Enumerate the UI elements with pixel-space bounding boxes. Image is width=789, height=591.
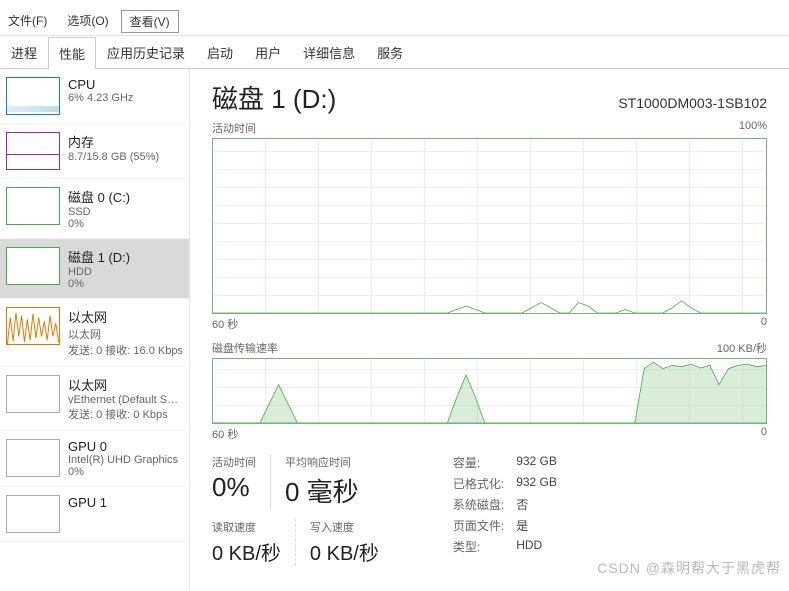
chart2-xright: 0	[761, 426, 767, 442]
sidebar-item-2[interactable]: 磁盘 0 (C:)SSD0%	[0, 179, 189, 239]
sidebar-item-sub: 8.7/15.8 GB (55%)	[68, 151, 183, 163]
write-value: 0 KB/秒	[310, 537, 379, 566]
sidebar[interactable]: CPU6% 4.23 GHz内存8.7/15.8 GB (55%)磁盘 0 (C…	[0, 69, 190, 591]
read-value: 0 KB/秒	[212, 537, 281, 566]
disk-model: ST1000DM003-1SB102	[618, 95, 767, 111]
sidebar-item-title: CPU	[68, 77, 183, 92]
active-time-label: 活动时间	[212, 454, 256, 470]
menu-view[interactable]: 查看(V)	[121, 10, 179, 33]
mem-thumb-icon	[6, 132, 60, 170]
sidebar-item-sub2: 发送: 0 接收: 0 Kbps	[68, 406, 183, 422]
menu-options[interactable]: 选项(O)	[59, 10, 116, 33]
sidebar-item-title: 以太网	[68, 375, 183, 394]
sidebar-item-sub: HDD	[68, 266, 183, 278]
chart1-xleft: 60 秒	[212, 316, 238, 332]
chart2-xleft: 60 秒	[212, 426, 238, 442]
sidebar-item-title: 内存	[68, 132, 183, 151]
chart1-max: 100%	[739, 120, 767, 136]
menu-file[interactable]: 文件(F)	[0, 10, 55, 33]
gpu-thumb-icon	[6, 495, 60, 533]
sidebar-item-4[interactable]: 以太网以太网发送: 0 接收: 16.0 Kbps	[0, 299, 189, 367]
transfer-chart[interactable]	[212, 358, 767, 424]
main-panel: 磁盘 1 (D:) ST1000DM003-1SB102 活动时间 100% 6…	[190, 69, 789, 591]
sidebar-item-title: 以太网	[68, 307, 183, 326]
eth-orange-thumb-icon	[6, 307, 60, 345]
sidebar-item-sub2: 0%	[68, 466, 183, 478]
disk-thumb-icon	[6, 187, 60, 225]
chart1-xright: 0	[761, 316, 767, 332]
cpu-thumb-icon	[6, 77, 60, 115]
sidebar-item-title: GPU 1	[68, 495, 183, 510]
sidebar-item-sub: 以太网	[68, 326, 183, 342]
disk-info-table: 容量:932 GB 已格式化:932 GB 系统磁盘:否 页面文件:是 类型:H…	[453, 454, 557, 566]
sidebar-item-sub: 6% 4.23 GHz	[68, 92, 183, 104]
sidebar-item-sub: Intel(R) UHD Graphics	[68, 454, 183, 466]
tab-应用历史记录[interactable]: 应用历史记录	[96, 36, 196, 68]
disk-thumb-icon	[6, 247, 60, 285]
eth-thumb-icon	[6, 375, 60, 413]
sidebar-item-title: 磁盘 0 (C:)	[68, 187, 183, 206]
tab-进程[interactable]: 进程	[0, 36, 48, 68]
window-title	[0, 0, 789, 8]
chart2-max: 100 KB/秒	[717, 340, 767, 356]
sidebar-item-sub2: 0%	[68, 218, 183, 230]
sidebar-item-sub: SSD	[68, 206, 183, 218]
sidebar-item-0[interactable]: CPU6% 4.23 GHz	[0, 69, 189, 124]
resp-time-label: 平均响应时间	[285, 454, 359, 470]
sidebar-item-3[interactable]: 磁盘 1 (D:)HDD0%	[0, 239, 189, 299]
sidebar-item-sub2: 发送: 0 接收: 16.0 Kbps	[68, 342, 183, 358]
tabbar: 进程性能应用历史记录启动用户详细信息服务	[0, 36, 789, 69]
disk-title: 磁盘 1 (D:)	[212, 79, 336, 116]
tab-性能[interactable]: 性能	[48, 37, 96, 69]
chart1-label: 活动时间	[212, 120, 256, 136]
sidebar-item-title: 磁盘 1 (D:)	[68, 247, 183, 266]
write-label: 写入速度	[310, 519, 379, 535]
sidebar-item-7[interactable]: GPU 1	[0, 487, 189, 542]
sidebar-item-1[interactable]: 内存8.7/15.8 GB (55%)	[0, 124, 189, 179]
menubar: 文件(F) 选项(O) 查看(V)	[0, 8, 789, 36]
read-label: 读取速度	[212, 519, 281, 535]
sidebar-item-5[interactable]: 以太网vEthernet (Default Switch)发送: 0 接收: 0…	[0, 367, 189, 431]
tab-详细信息[interactable]: 详细信息	[292, 36, 366, 68]
tab-服务[interactable]: 服务	[366, 36, 414, 68]
activity-chart[interactable]	[212, 138, 767, 314]
tab-启动[interactable]: 启动	[196, 36, 244, 68]
tab-用户[interactable]: 用户	[244, 36, 292, 68]
sidebar-item-sub2: 0%	[68, 278, 183, 290]
resp-time-value: 0 毫秒	[285, 472, 359, 509]
sidebar-item-title: GPU 0	[68, 439, 183, 454]
gpu-thumb-icon	[6, 439, 60, 477]
active-time-value: 0%	[212, 472, 256, 503]
sidebar-item-sub: vEthernet (Default Switch)	[68, 394, 183, 406]
sidebar-item-6[interactable]: GPU 0Intel(R) UHD Graphics0%	[0, 431, 189, 487]
chart2-label: 磁盘传输速率	[212, 340, 278, 356]
